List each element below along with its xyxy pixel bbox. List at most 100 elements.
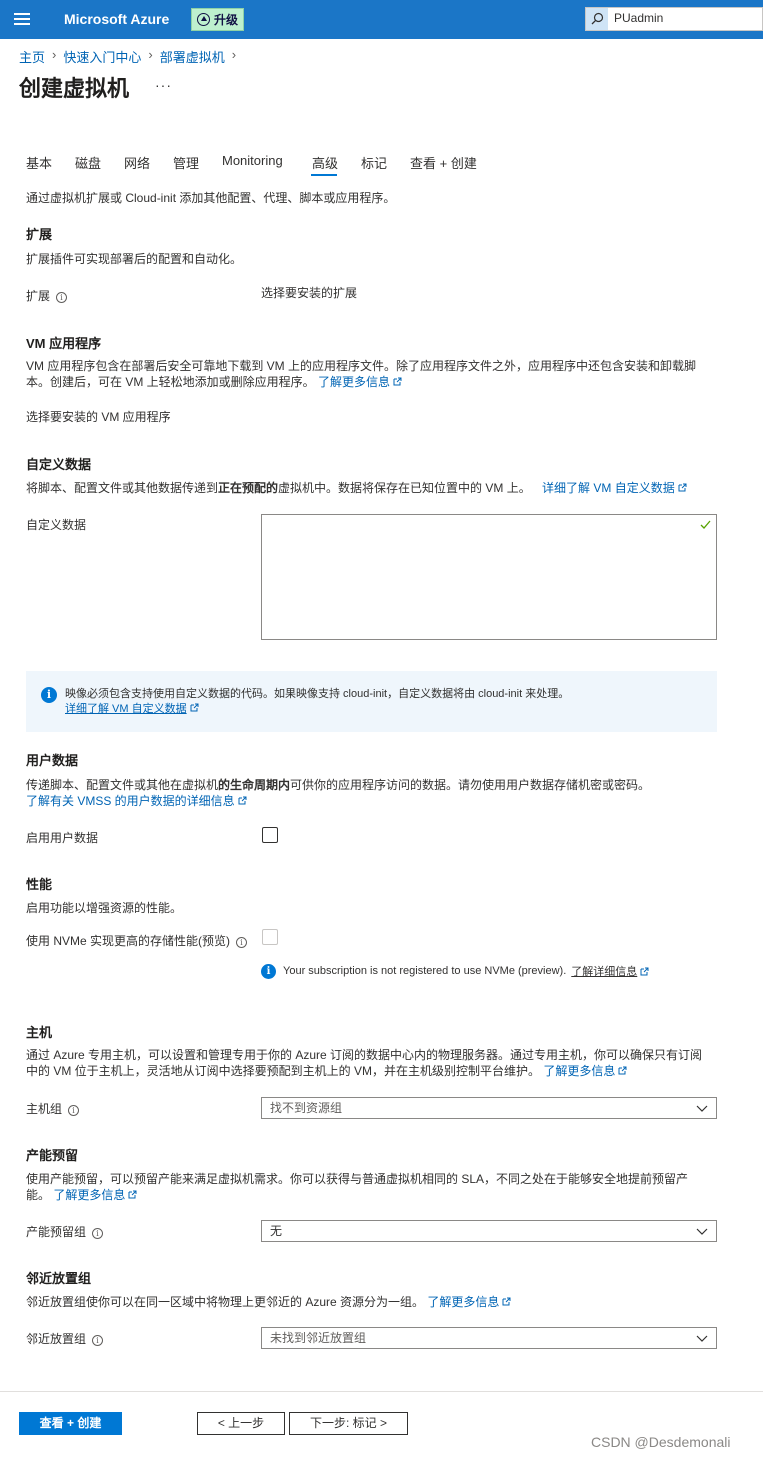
proximity-group-value: 未找到邻近放置组 <box>270 1331 367 1345</box>
nvme-checkbox[interactable] <box>262 929 278 945</box>
info-learn-link[interactable]: 详细了解 VM 自定义数据 <box>65 703 187 715</box>
intro-text: 通过虚拟机扩展或 Cloud-init 添加其他配置、代理、脚本或应用程序。 <box>26 191 396 205</box>
custom-data-label: 自定义数据 <box>26 518 87 532</box>
info-icon[interactable]: i <box>236 937 248 948</box>
info-learn-label: 详细了解 VM 自定义数据 <box>65 703 187 715</box>
host-group-select[interactable]: 找不到资源组 <box>261 1097 717 1119</box>
custom-data-textarea[interactable] <box>261 514 717 640</box>
tab-basics[interactable]: 基本 <box>26 153 75 175</box>
previous-button[interactable]: < 上一步 <box>197 1412 285 1435</box>
nvme-notice-text: Your subscription is not registered to u… <box>283 965 567 977</box>
external-link-icon <box>393 377 402 386</box>
breadcrumb: 主页 › 快速入门中心 › 部署虚拟机 › <box>19 47 243 66</box>
performance-description: 启用功能以增强资源的性能。 <box>26 901 183 915</box>
host-group-label-row: 主机组 i <box>26 1101 80 1117</box>
host-desc-line2: 中的 VM 位于主机上，灵活地从订阅中选择要预配到主机上的 VM，并在主机级别控… <box>26 1064 541 1078</box>
vm-apps-description: VM 应用程序包含在部署后安全可靠地下载到 VM 上的应用程序文件。除了应用程序… <box>26 358 726 390</box>
custom-data-desc-part2: 虚拟机中。数据将保存在已知位置中的 VM 上。 <box>278 481 531 495</box>
breadcrumb-separator: › <box>148 47 153 62</box>
brand-title[interactable]: Microsoft Azure <box>64 11 169 27</box>
capacity-group-value: 无 <box>270 1224 283 1238</box>
review-create-button[interactable]: 查看 + 创建 <box>19 1412 122 1435</box>
info-icon[interactable]: i <box>92 1228 104 1239</box>
host-description: 通过 Azure 专用主机，可以设置和管理专用于你的 Azure 订阅的数据中心… <box>26 1047 746 1079</box>
tab-tags[interactable]: 标记 <box>361 153 410 175</box>
external-link-icon <box>238 796 247 805</box>
extensions-heading: 扩展 <box>26 227 53 242</box>
nvme-learn-label: 了解详细信息 <box>571 966 638 978</box>
extensions-description: 扩展插件可实现部署后的配置和自动化。 <box>26 252 243 266</box>
user-data-desc-part1: 传递脚本、配置文件或其他在虚拟机 <box>26 778 219 792</box>
user-data-learn-label: 了解有关 VMSS 的用户数据的详细信息 <box>26 794 235 808</box>
proximity-group-select[interactable]: 未找到邻近放置组 <box>261 1327 717 1349</box>
user-data-learn-link[interactable]: 了解有关 VMSS 的用户数据的详细信息 <box>26 794 247 808</box>
top-bar: Microsoft Azure 升级 <box>0 0 763 39</box>
capacity-desc-line1: 使用产能预留，可以预留产能来满足虚拟机需求。你可以获得与普通虚拟机相同的 SLA… <box>26 1172 689 1186</box>
info-icon[interactable]: i <box>68 1105 80 1116</box>
host-learn-more-link[interactable]: 了解更多信息 <box>543 1064 627 1078</box>
proximity-heading: 邻近放置组 <box>26 1271 92 1286</box>
breadcrumb-deploy-vm[interactable]: 部署虚拟机 <box>160 47 225 66</box>
learn-more-label: 了解更多信息 <box>318 375 391 389</box>
vm-apps-heading: VM 应用程序 <box>26 336 102 351</box>
custom-data-learn-link[interactable]: 详细了解 VM 自定义数据 <box>542 481 687 495</box>
chevron-down-icon <box>696 1335 708 1342</box>
vm-apps-desc-line2: 本。创建后，可在 VM 上轻松地添加或删除应用程序。 <box>26 375 315 389</box>
upgrade-button[interactable]: 升级 <box>191 8 244 31</box>
tab-monitoring[interactable]: Monitoring <box>222 153 312 175</box>
nvme-label: 使用 NVMe 实现更高的存储性能(预览) <box>26 934 231 948</box>
menu-icon[interactable] <box>14 13 30 25</box>
breadcrumb-quickstart[interactable]: 快速入门中心 <box>63 47 141 66</box>
footer-divider <box>0 1391 763 1392</box>
tab-management[interactable]: 管理 <box>173 153 222 175</box>
tab-review-create[interactable]: 查看 + 创建 <box>410 153 490 175</box>
search-box[interactable] <box>585 7 763 31</box>
active-tab-indicator <box>311 174 337 176</box>
external-link-icon <box>618 1066 627 1075</box>
select-extensions-link[interactable]: 选择要安装的扩展 <box>261 285 357 301</box>
tab-networking[interactable]: 网络 <box>124 153 173 175</box>
external-link-icon <box>678 483 687 492</box>
nvme-label-row: 使用 NVMe 实现更高的存储性能(预览) i <box>26 933 248 949</box>
upgrade-icon <box>197 13 210 26</box>
breadcrumb-home[interactable]: 主页 <box>19 47 45 66</box>
next-button[interactable]: 下一步: 标记 > <box>289 1412 408 1435</box>
proximity-learn-more-link[interactable]: 了解更多信息 <box>427 1295 511 1309</box>
capacity-description: 使用产能预留，可以预留产能来满足虚拟机需求。你可以获得与普通虚拟机相同的 SLA… <box>26 1171 746 1203</box>
info-icon[interactable]: i <box>56 292 68 303</box>
custom-data-desc-bold: 正在预配的 <box>218 481 279 495</box>
nvme-notice: i Your subscription is not registered to… <box>261 963 649 979</box>
user-data-desc-part2: 可供你的应用程序访问的数据。请勿使用用户数据存储机密或密码。 <box>290 778 651 792</box>
proximity-desc-text: 邻近放置组使你可以在同一区域中将物理上更邻近的 Azure 资源分为一组。 <box>26 1295 425 1309</box>
proximity-description: 邻近放置组使你可以在同一区域中将物理上更邻近的 Azure 资源分为一组。 了解… <box>26 1294 511 1310</box>
learn-more-label: 了解更多信息 <box>427 1295 500 1309</box>
capacity-group-label: 产能预留组 <box>26 1225 87 1239</box>
host-desc-line1: 通过 Azure 专用主机，可以设置和管理专用于你的 Azure 订阅的数据中心… <box>26 1048 703 1062</box>
breadcrumb-separator: › <box>52 47 57 62</box>
info-icon[interactable]: i <box>92 1335 104 1346</box>
custom-data-info-box: i 映像必须包含支持使用自定义数据的代码。如果映像支持 cloud-init，自… <box>26 671 717 732</box>
capacity-learn-more-link[interactable]: 了解更多信息 <box>53 1188 137 1202</box>
performance-heading: 性能 <box>26 877 53 892</box>
external-link-icon <box>502 1297 511 1306</box>
select-vm-apps-link[interactable]: 选择要安装的 VM 应用程序 <box>26 409 171 425</box>
upgrade-label: 升级 <box>214 13 239 27</box>
extensions-label: 扩展 <box>26 289 51 303</box>
info-circle-icon: i <box>41 687 57 703</box>
search-input[interactable] <box>614 11 754 25</box>
nvme-learn-link[interactable]: 了解详细信息 <box>571 963 637 979</box>
tab-disks[interactable]: 磁盘 <box>75 153 124 175</box>
custom-data-heading: 自定义数据 <box>26 457 92 472</box>
proximity-group-label-row: 邻近放置组 i <box>26 1331 104 1347</box>
more-options-button[interactable]: ··· <box>155 77 172 93</box>
enable-user-data-checkbox[interactable] <box>262 827 278 843</box>
checkmark-icon <box>700 520 711 529</box>
user-data-heading: 用户数据 <box>26 753 79 768</box>
tab-bar: 基本 磁盘 网络 管理 Monitoring 高级 标记 查看 + 创建 <box>26 153 490 175</box>
user-data-description: 传递脚本、配置文件或其他在虚拟机的生命周期内可供你的应用程序访问的数据。请勿使用… <box>26 777 746 809</box>
proximity-group-label: 邻近放置组 <box>26 1332 87 1346</box>
vm-apps-learn-more-link[interactable]: 了解更多信息 <box>318 375 402 389</box>
capacity-group-select[interactable]: 无 <box>261 1220 717 1242</box>
custom-data-description: 将脚本、配置文件或其他数据传递到正在预配的虚拟机中。数据将保存在已知位置中的 V… <box>26 480 687 496</box>
info-box-text: 映像必须包含支持使用自定义数据的代码。如果映像支持 cloud-init，自定义… <box>65 687 569 717</box>
